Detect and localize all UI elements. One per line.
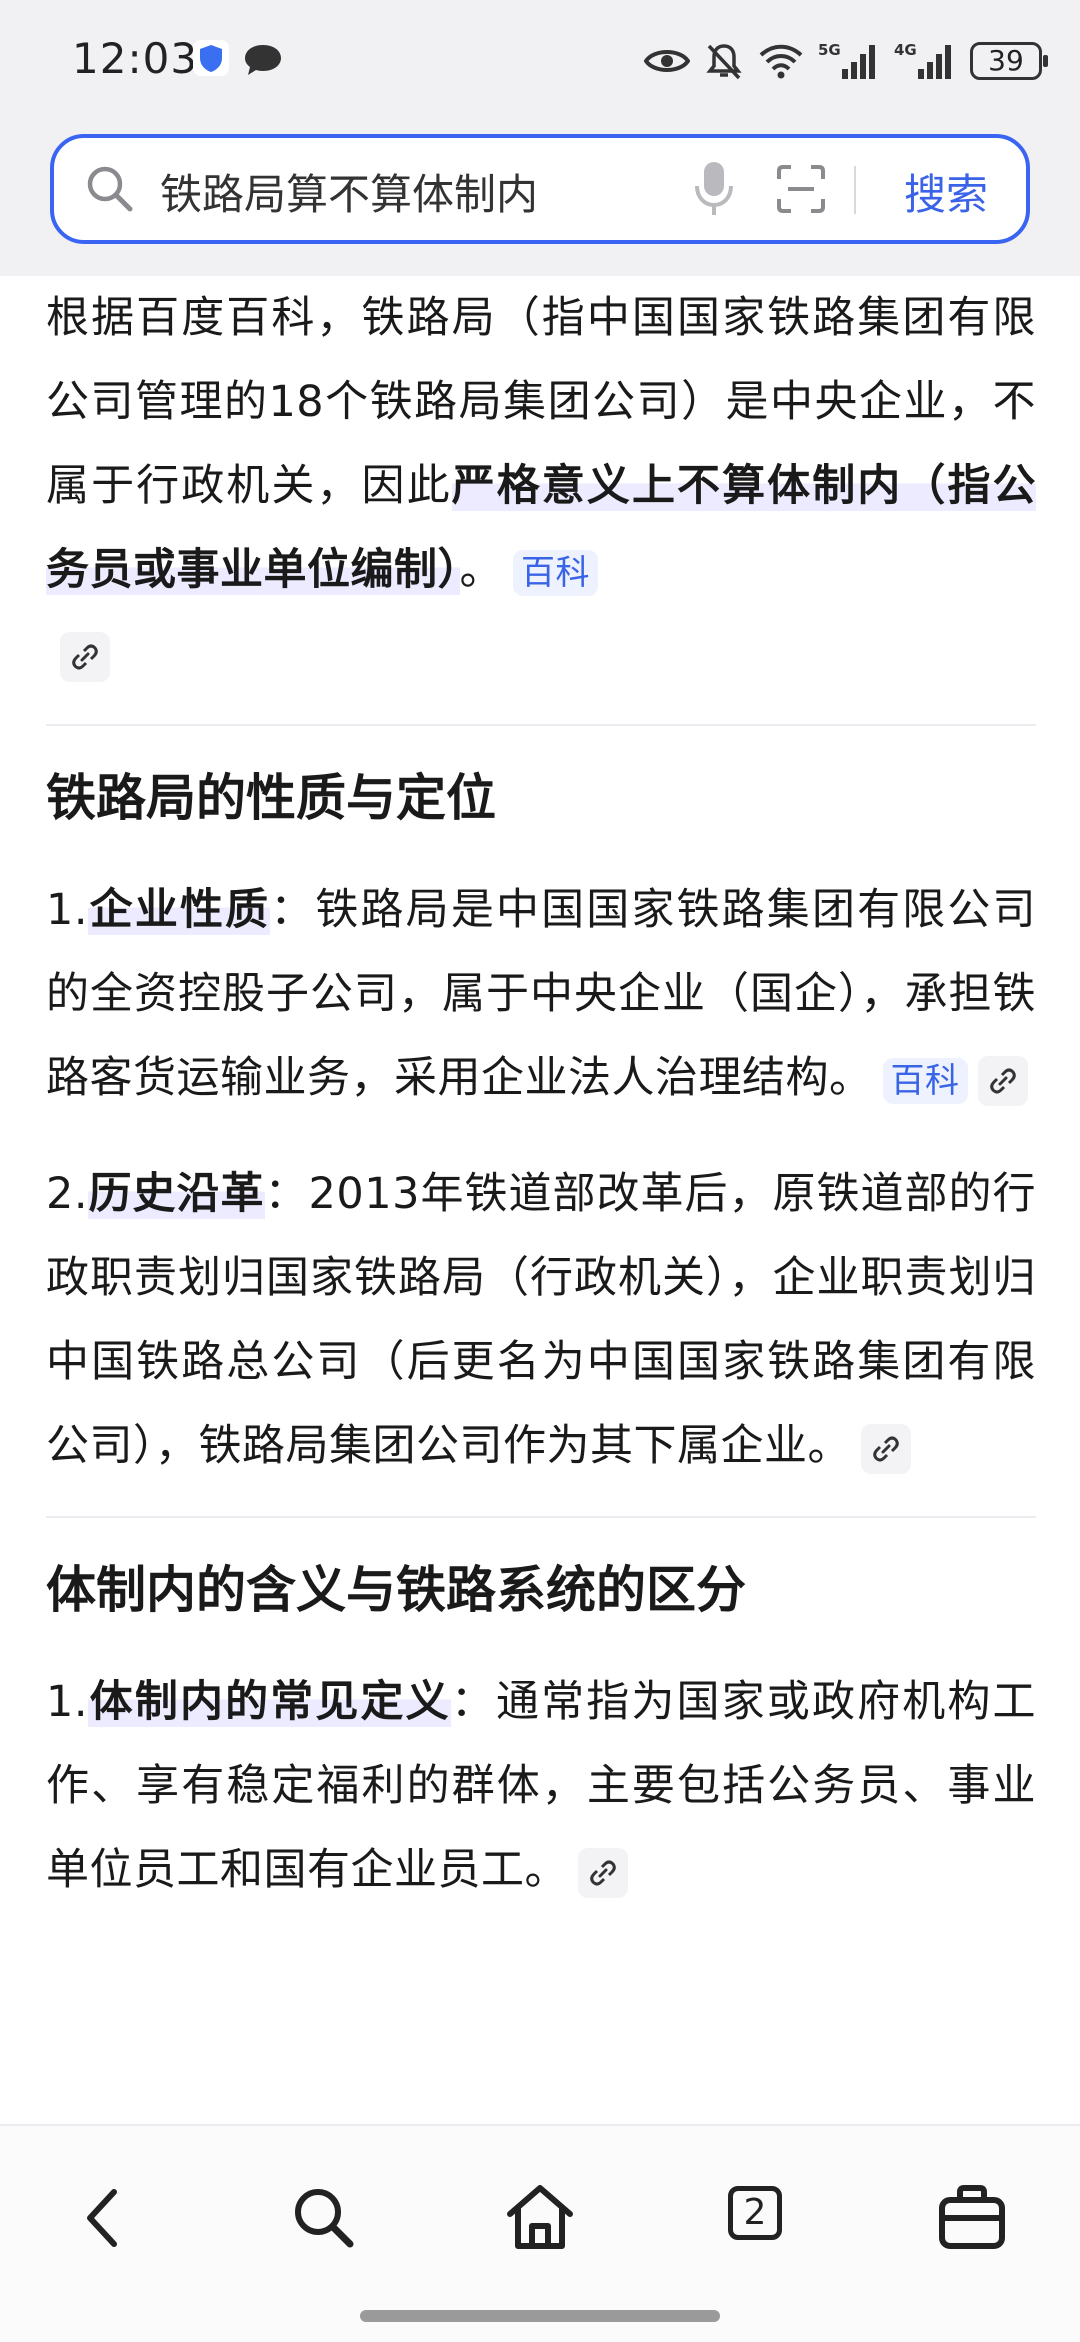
home-icon	[507, 2185, 573, 2249]
status-time: 12:03	[72, 34, 199, 83]
search-nav-button[interactable]	[284, 2178, 364, 2258]
search-icon	[87, 166, 133, 212]
search-button[interactable]: 搜索	[904, 161, 988, 222]
microphone-icon[interactable]	[692, 160, 736, 218]
search-box[interactable]: 铁路局算不算体制内 搜索	[50, 134, 1030, 244]
signal-4g-icon: 4G	[894, 41, 951, 79]
intro-paragraph: 根据百度百科，铁路局（指中国国家铁路集团有限公司管理的18个铁路局集团公司）是中…	[46, 276, 1036, 696]
shield-icon	[193, 40, 229, 76]
section-divider	[46, 1516, 1036, 1518]
back-button[interactable]	[66, 2178, 146, 2258]
toolbox-icon	[939, 2185, 1005, 2249]
list-term: 历史沿革	[88, 1169, 265, 1219]
source-tag-baike[interactable]: 百科	[882, 1057, 968, 1104]
section-heading: 铁路局的性质与定位	[46, 769, 496, 827]
tabs-button[interactable]: 2	[720, 2178, 800, 2258]
tabs-icon: 2	[728, 2186, 782, 2240]
section-divider	[46, 724, 1036, 726]
list-number: 1.	[46, 885, 89, 935]
home-indicator[interactable]	[360, 2310, 720, 2322]
home-button[interactable]	[500, 2178, 580, 2258]
search-icon	[295, 2189, 354, 2248]
chat-bubble-icon	[245, 45, 281, 75]
toolbox-button[interactable]	[932, 2178, 1012, 2258]
list-item: 1.体制内的常见定义：通常指为国家或政府机构工作、享有稳定福利的群体，主要包括公…	[46, 1660, 1036, 1912]
intro-end: 。	[459, 545, 503, 595]
list-item: 1.企业性质：铁路局是中国国家铁路集团有限公司的全资控股子公司，属于中央企业（国…	[46, 868, 1036, 1120]
link-icon[interactable]	[578, 1847, 628, 1898]
list-term: 体制内的常见定义	[88, 1677, 451, 1727]
back-icon	[87, 2189, 117, 2247]
source-tag-baike[interactable]: 百科	[513, 549, 598, 596]
link-icon[interactable]	[861, 1423, 911, 1474]
svg-text:4G: 4G	[894, 41, 917, 59]
scan-icon[interactable]	[776, 164, 826, 214]
link-icon[interactable]	[60, 631, 110, 682]
wifi-icon	[759, 44, 803, 79]
search-divider	[854, 166, 856, 214]
search-input[interactable]: 铁路局算不算体制内	[160, 161, 538, 222]
link-icon[interactable]	[977, 1055, 1028, 1106]
answer-content: 根据百度百科，铁路局（指中国国家铁路集团有限公司管理的18个铁路局集团公司）是中…	[46, 276, 1036, 2116]
list-number: 2.	[46, 1169, 89, 1219]
list-number: 1.	[46, 1677, 89, 1727]
signal-5g-icon: 5G	[818, 41, 875, 79]
list-item: 2.历史沿革：2013年铁道部改革后，原铁道部的行政职责划归国家铁路局（行政机关…	[46, 1152, 1036, 1488]
list-term: 企业性质	[88, 885, 271, 935]
svg-text:5G: 5G	[818, 41, 841, 59]
battery-indicator: 39	[970, 42, 1048, 80]
status-bar: 12:03 5G 4G 39	[0, 0, 1080, 120]
section-heading: 体制内的含义与铁路系统的区分	[46, 1561, 746, 1619]
bell-muted-icon	[706, 44, 742, 80]
eye-icon	[644, 50, 690, 72]
search-header: 铁路局算不算体制内 搜索	[0, 120, 1080, 276]
status-icons: 5G 4G 39	[644, 36, 1048, 86]
